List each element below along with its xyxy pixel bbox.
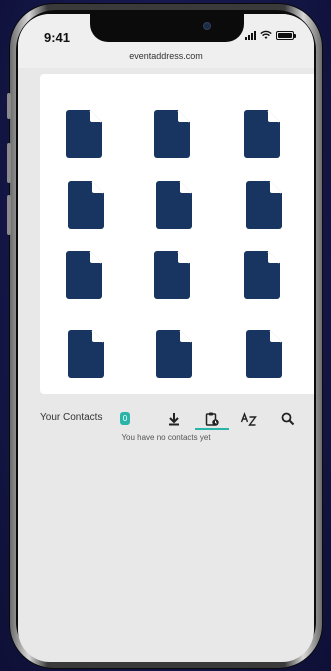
url-bar[interactable]: eventaddress.com	[18, 48, 314, 68]
signal-icon	[245, 30, 256, 40]
file-card	[40, 74, 314, 394]
clipboard-icon[interactable]	[204, 411, 220, 427]
document-icon[interactable]	[66, 110, 102, 158]
contacts-count-badge: 0	[120, 412, 130, 425]
document-icon[interactable]	[68, 181, 104, 229]
battery-icon	[276, 30, 296, 40]
active-tab-indicator	[195, 428, 229, 430]
wifi-icon	[260, 30, 272, 39]
document-icon[interactable]	[246, 330, 282, 378]
volume-down-button	[7, 143, 11, 183]
document-icon[interactable]	[156, 181, 192, 229]
document-icon[interactable]	[154, 251, 190, 299]
status-icons	[245, 30, 296, 40]
file-grid	[40, 74, 314, 394]
url-text: eventaddress.com	[129, 51, 203, 61]
phone-screen: 9:41 eventaddress.com Your Contacts 0 Yo…	[18, 14, 314, 662]
status-bar: 9:41	[18, 14, 314, 48]
notch	[90, 14, 244, 42]
document-icon[interactable]	[68, 330, 104, 378]
document-icon[interactable]	[156, 330, 192, 378]
document-icon[interactable]	[154, 110, 190, 158]
front-camera	[203, 22, 211, 30]
contacts-label: Your Contacts	[40, 412, 103, 423]
empty-contacts-message: You have no contacts yet	[121, 433, 211, 442]
document-icon[interactable]	[246, 181, 282, 229]
download-icon[interactable]	[166, 411, 182, 427]
sort-az-icon[interactable]	[240, 411, 258, 427]
search-icon[interactable]	[280, 411, 296, 427]
document-icon[interactable]	[244, 251, 280, 299]
status-time: 9:41	[44, 30, 71, 45]
document-icon[interactable]	[244, 110, 280, 158]
document-icon[interactable]	[66, 251, 102, 299]
silent-switch	[7, 195, 11, 235]
volume-up-button	[7, 93, 11, 119]
contacts-toolbar: Your Contacts 0	[40, 407, 310, 433]
